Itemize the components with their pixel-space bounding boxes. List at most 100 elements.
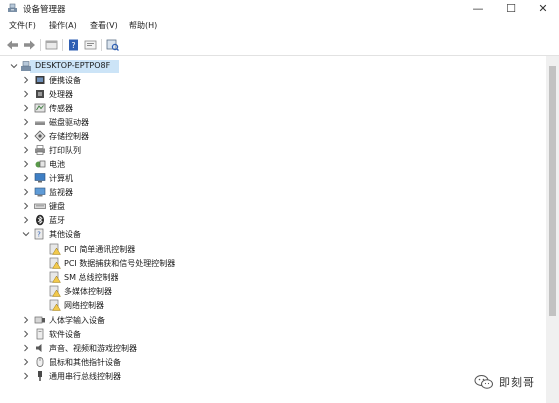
- tree-child-label: 网络控制器: [64, 301, 104, 310]
- tree-item-print-queues[interactable]: 打印队列: [0, 144, 300, 157]
- tree-child-network[interactable]: 网络控制器: [0, 299, 300, 312]
- chevron-right-icon[interactable]: [22, 372, 30, 380]
- chevron-down-icon[interactable]: [22, 230, 30, 238]
- chevron-right-icon[interactable]: [22, 358, 30, 366]
- tree-item-label: 打印队列: [49, 146, 81, 155]
- help-icon[interactable]: ?: [67, 39, 80, 51]
- device-manager-icon: [8, 3, 17, 12]
- menu-action[interactable]: 操作(A): [49, 20, 77, 31]
- chevron-right-icon[interactable]: [22, 188, 30, 196]
- tree-item-label: 蓝牙: [49, 216, 65, 225]
- window-title: 设备管理器: [23, 5, 66, 15]
- chevron-down-icon[interactable]: [10, 62, 18, 70]
- hid-icon: [34, 316, 45, 324]
- tree-item-computer[interactable]: 计算机: [0, 172, 300, 185]
- tree-item-sensors[interactable]: 传感器: [0, 102, 300, 115]
- toolbar-separator: [101, 39, 102, 51]
- tree-item-portable-devices[interactable]: 便携设备: [0, 74, 300, 87]
- chevron-right-icon[interactable]: [22, 160, 30, 168]
- tree-item-label: 计算机: [49, 174, 73, 183]
- unknown-device-warning-icon: [49, 257, 61, 269]
- portable-device-icon: [35, 76, 45, 84]
- device-manager-window: 设备管理器 — ☐ ✕ 文件(F) 操作(A) 查看(V) 帮助(H) ? DE…: [0, 0, 559, 403]
- tree-item-other-devices[interactable]: ? 其他设备: [0, 228, 300, 241]
- printer-icon: [35, 145, 45, 155]
- chevron-right-icon[interactable]: [22, 104, 30, 112]
- close-icon: ✕: [538, 2, 548, 15]
- minimize-button[interactable]: —: [462, 0, 494, 17]
- battery-icon: [35, 160, 46, 168]
- software-device-icon: [36, 328, 44, 340]
- chevron-right-icon[interactable]: [22, 316, 30, 324]
- tree-root[interactable]: DESKTOP-EPTPO8F: [0, 60, 300, 73]
- chevron-right-icon[interactable]: [22, 132, 30, 140]
- usb-icon: [38, 371, 42, 381]
- chevron-right-icon[interactable]: [22, 146, 30, 154]
- other-devices-icon: ?: [34, 228, 44, 240]
- tree-item-label: 磁盘驱动器: [49, 118, 89, 127]
- tree-item-bluetooth[interactable]: 蓝牙: [0, 214, 300, 227]
- forward-arrow-icon[interactable]: [23, 39, 36, 51]
- chevron-right-icon[interactable]: [22, 202, 30, 210]
- menu-help[interactable]: 帮助(H): [129, 20, 157, 31]
- maximize-icon: ☐: [506, 2, 516, 15]
- tree-item-batteries[interactable]: 电池: [0, 158, 300, 171]
- properties-icon[interactable]: [45, 39, 58, 51]
- chevron-right-icon[interactable]: [22, 118, 30, 126]
- sensor-icon: [34, 103, 46, 113]
- monitor-icon: [34, 187, 46, 197]
- menu-file[interactable]: 文件(F): [9, 20, 36, 31]
- chevron-right-icon[interactable]: [22, 330, 30, 338]
- tree-item-usb[interactable]: 通用串行总线控制器: [0, 370, 300, 383]
- tree-item-disk-drives[interactable]: 磁盘驱动器: [0, 116, 300, 129]
- scrollbar-thumb[interactable]: [549, 66, 556, 316]
- unknown-device-warning-icon: [49, 285, 61, 297]
- tree-item-software-devices[interactable]: 软件设备: [0, 328, 300, 341]
- mouse-icon: [36, 357, 44, 367]
- menu-view[interactable]: 查看(V): [90, 20, 118, 31]
- chevron-right-icon[interactable]: [22, 174, 30, 182]
- watermark: 即刻哥: [474, 372, 535, 392]
- keyboard-icon: [34, 203, 46, 209]
- close-button[interactable]: ✕: [527, 0, 559, 17]
- chevron-right-icon[interactable]: [22, 344, 30, 352]
- tree-child-multimedia[interactable]: 多媒体控制器: [0, 285, 300, 298]
- tree-item-storage-controllers[interactable]: 存储控制器: [0, 130, 300, 143]
- tree-item-label: 存储控制器: [49, 132, 89, 141]
- sound-icon: [36, 344, 42, 352]
- unknown-device-warning-icon: [49, 271, 61, 283]
- tree-child-label: PCI 简单通讯控制器: [64, 245, 136, 254]
- maximize-button[interactable]: ☐: [495, 0, 527, 17]
- wechat-icon: [474, 375, 493, 389]
- update-driver-icon[interactable]: [84, 39, 97, 51]
- vertical-scrollbar[interactable]: [546, 56, 559, 403]
- tree-child-pci-data-acquisition[interactable]: PCI 数据捕获和信号处理控制器: [0, 257, 300, 270]
- unknown-device-warning-icon: [49, 243, 61, 255]
- back-arrow-icon[interactable]: [6, 39, 19, 51]
- tree-item-monitors[interactable]: 监视器: [0, 186, 300, 199]
- tree-item-label: 其他设备: [49, 230, 81, 239]
- toolbar-separator: [62, 39, 63, 51]
- tree-child-sm-bus[interactable]: SM 总线控制器: [0, 271, 300, 284]
- chevron-right-icon[interactable]: [22, 90, 30, 98]
- storage-controller-icon: [34, 130, 46, 142]
- tree-item-processors[interactable]: 处理器: [0, 88, 300, 101]
- chevron-right-icon[interactable]: [22, 216, 30, 224]
- tree-item-label: 键盘: [49, 202, 65, 211]
- tree-item-label: 监视器: [49, 188, 73, 197]
- tree-item-mice[interactable]: 鼠标和其他指针设备: [0, 356, 300, 369]
- computer-root-icon: [21, 61, 31, 71]
- tree-child-pci-simple-comm[interactable]: PCI 简单通讯控制器: [0, 243, 300, 256]
- scan-hardware-icon[interactable]: [106, 39, 119, 51]
- disk-drive-icon: [35, 121, 45, 125]
- tree-item-keyboards[interactable]: 键盘: [0, 200, 300, 213]
- minimize-icon: —: [472, 2, 484, 15]
- chevron-right-icon[interactable]: [22, 76, 30, 84]
- tree-item-sound[interactable]: 声音、视频和游戏控制器: [0, 342, 300, 355]
- unknown-device-warning-icon: [49, 299, 61, 311]
- title-bar[interactable]: 设备管理器 — ☐ ✕: [0, 0, 559, 17]
- tree-item-hid[interactable]: 人体学输入设备: [0, 314, 300, 327]
- tree-item-label: 软件设备: [49, 330, 81, 339]
- toolbar-separator: [40, 39, 41, 51]
- computer-icon: [34, 173, 46, 183]
